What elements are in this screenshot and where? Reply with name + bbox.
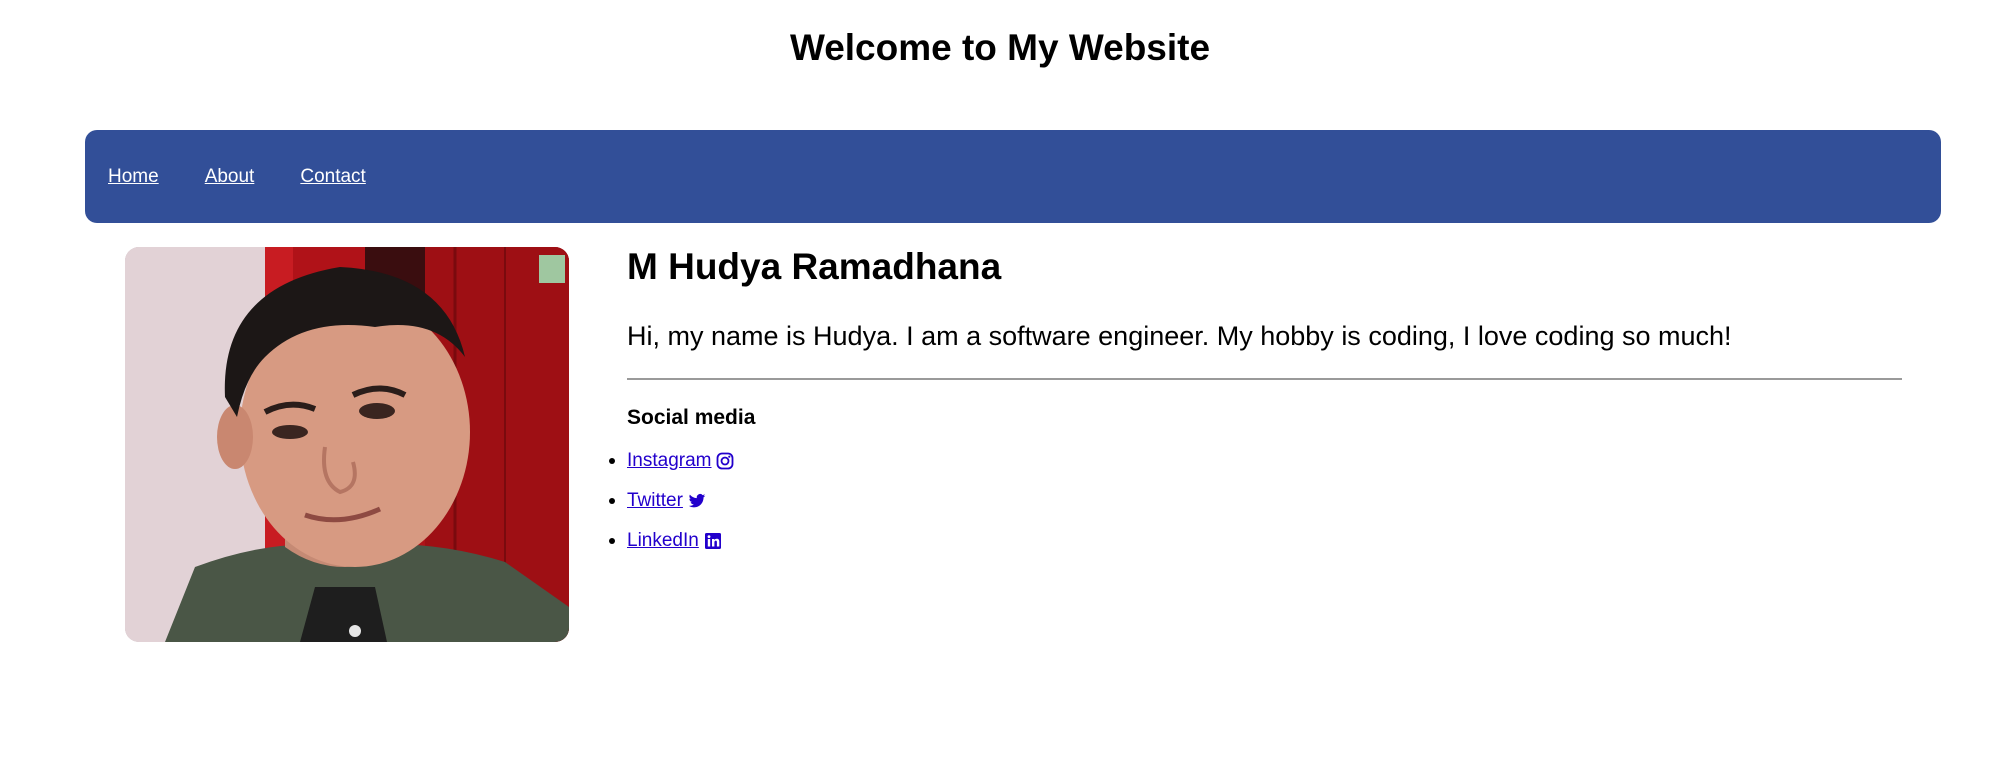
instagram-link-label: Instagram xyxy=(627,450,712,471)
nav-link-about[interactable]: About xyxy=(205,165,255,189)
profile-bio: Hi, my name is Hudya. I am a software en… xyxy=(627,321,1732,351)
linkedin-icon xyxy=(704,532,722,550)
twitter-link[interactable]: Twitter xyxy=(627,489,706,513)
site-title: Welcome to My Website xyxy=(789,27,1211,68)
instagram-link[interactable]: Instagram xyxy=(627,449,734,473)
instagram-icon xyxy=(716,452,734,470)
linkedin-link-label: LinkedIn xyxy=(627,530,699,551)
profile-section: M Hudya Ramadhana Hi, my name is Hudya. … xyxy=(609,243,1902,569)
social-media-list: Instagram Twitter LinkedIn xyxy=(609,449,1902,553)
twitter-icon xyxy=(688,492,706,510)
nav-link-home[interactable]: Home xyxy=(108,165,159,189)
nav-link-contact[interactable]: Contact xyxy=(300,165,365,189)
twitter-link-label: Twitter xyxy=(627,490,683,511)
list-item: Twitter xyxy=(609,489,1902,513)
profile-photo xyxy=(125,247,569,642)
divider xyxy=(627,378,1902,380)
social-media-heading: Social media xyxy=(627,406,756,429)
list-item: LinkedIn xyxy=(609,529,1902,553)
navbar: Home About Contact xyxy=(85,130,1941,223)
linkedin-link[interactable]: LinkedIn xyxy=(627,529,722,553)
profile-name: M Hudya Ramadhana xyxy=(627,246,1002,287)
list-item: Instagram xyxy=(609,449,1902,473)
